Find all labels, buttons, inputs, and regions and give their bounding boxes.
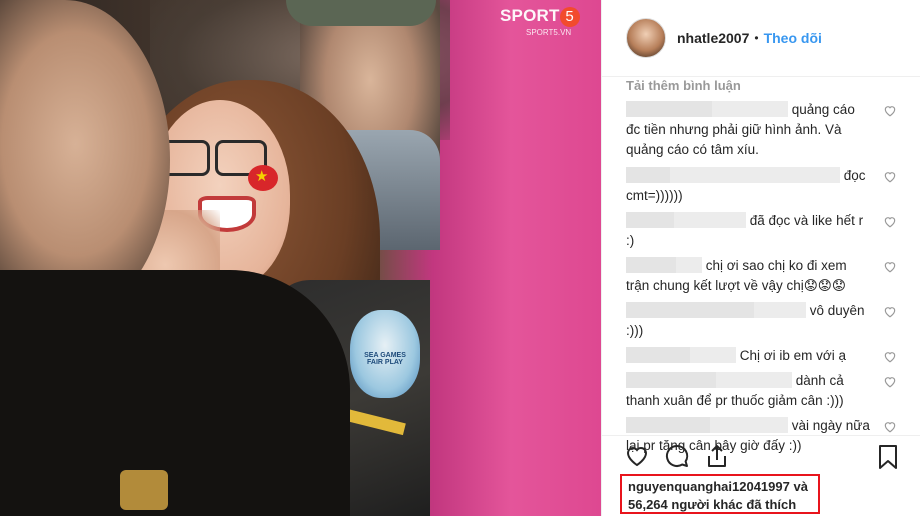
bookmark-icon[interactable] [875, 444, 901, 470]
patch-text: SEA GAMES FAIR PLAY [364, 352, 406, 366]
comment-item: dành cả thanh xuân để pr thuốc giảm cân … [626, 371, 920, 411]
likes-conjunction: và [793, 479, 808, 494]
sport5-watermark: SPORT 5 SPORT5.VN [500, 6, 596, 44]
redacted-username [674, 212, 746, 228]
share-upload-icon[interactable] [704, 443, 730, 469]
comment-text: vài ngày nữa [791, 418, 870, 433]
redacted-username [626, 302, 754, 318]
comment-item: đọc cmt=)))))) [626, 166, 920, 206]
redacted-username [716, 372, 792, 388]
comment-list[interactable]: Tải thêm bình luận quảng cáo đc tiền như… [602, 77, 920, 453]
comment-item: quảng cáo đc tiền nhưng phải giữ hình ản… [626, 100, 920, 160]
avatar[interactable] [626, 18, 666, 58]
heart-outline-icon[interactable] [883, 170, 897, 183]
load-more-comments-button[interactable]: Tải thêm bình luận [626, 78, 920, 96]
comment-text: vô duyên [809, 303, 865, 318]
comment-item: chị ơi sao chị ko đi xem trận chung kết … [626, 256, 920, 296]
redacted-username [626, 417, 710, 433]
comment-item: Chị ơi ib em với ạ [626, 346, 920, 366]
redacted-username [670, 167, 840, 183]
redacted-username [626, 212, 674, 228]
redacted-username [754, 302, 806, 318]
action-bar [602, 435, 920, 475]
heart-outline-icon[interactable] [883, 215, 897, 228]
first-liker-link[interactable]: nguyenquanghai12041997 [628, 479, 790, 494]
follow-button[interactable]: Theo dõi [764, 30, 822, 46]
likes-count-link[interactable]: 56,264 người khác đã thích [628, 497, 796, 512]
redacted-username [710, 417, 788, 433]
post-header: nhatle2007 • Theo dõi [602, 0, 920, 77]
comment-text: quảng cáo có tâm xíu. [626, 142, 759, 157]
username-link[interactable]: nhatle2007 [677, 30, 749, 46]
heart-outline-icon[interactable] [883, 350, 897, 363]
heart-outline-icon[interactable] [883, 420, 897, 433]
redacted-username [626, 372, 716, 388]
redacted-username [626, 347, 690, 363]
comment-text: Chị ơi ib em với ạ [739, 348, 846, 363]
vietnam-flag-facepaint [248, 165, 278, 191]
comment-text: đọc [843, 168, 866, 183]
comment-text: :))) [626, 323, 644, 338]
comment-text: :) [626, 233, 635, 248]
comment-text: chị ơi sao chị ko đi xem [705, 258, 847, 273]
comment-text: thanh xuân để pr thuốc giảm cân :))) [626, 393, 844, 408]
redacted-username [676, 257, 702, 273]
watermark-digit: 5 [559, 7, 580, 27]
comment-text: đc tiền nhưng phải giữ hình ảnh. Và [626, 122, 842, 137]
redacted-username [626, 167, 670, 183]
watermark-site: SPORT5.VN [526, 28, 572, 37]
redacted-username [626, 101, 712, 117]
post-sidebar: nhatle2007 • Theo dõi Tải thêm bình luận… [601, 0, 920, 516]
redacted-username [626, 257, 676, 273]
comment-text: cmt=)))))) [626, 188, 683, 203]
heart-outline-icon[interactable] [883, 375, 897, 388]
foreground-man-body [0, 270, 350, 516]
likes-summary: nguyenquanghai12041997 và 56,264 người k… [620, 474, 820, 514]
comment-item: đã đọc và like hết r :) [626, 211, 920, 251]
comment-text: quảng cáo [791, 102, 855, 117]
heart-outline-icon[interactable] [883, 104, 897, 117]
comment-bubble-icon[interactable] [664, 443, 690, 469]
redacted-username [690, 347, 736, 363]
comment-text: đã đọc và like hết r [749, 213, 864, 228]
separator-dot: • [754, 31, 759, 45]
background-man-cap [286, 0, 436, 26]
post-photo[interactable]: SEA GAMES FAIR PLAY SPORT5 SPORT5.VN [0, 0, 601, 516]
foreground-badge [120, 470, 168, 510]
comment-item: vô duyên :))) [626, 301, 920, 341]
heart-outline-icon[interactable] [883, 260, 897, 273]
heart-outline-icon[interactable] [883, 305, 897, 318]
redacted-username [712, 101, 788, 117]
comment-text: dành cả [795, 373, 844, 388]
heart-outline-icon[interactable] [624, 443, 650, 469]
comment-text: trận chung kết lượt về vậy chị😟😟😟 [626, 278, 846, 293]
watermark-brand: SPORT [500, 6, 560, 25]
